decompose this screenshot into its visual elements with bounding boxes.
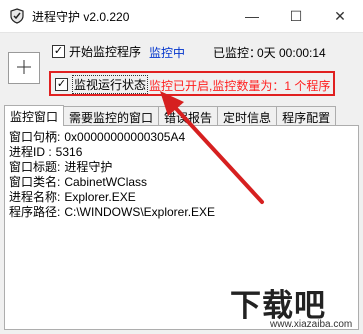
info-value: Explorer.EXE bbox=[64, 190, 136, 204]
info-label: 进程ID : bbox=[9, 145, 52, 159]
window-title: 进程守护 v2.0.220 bbox=[32, 10, 130, 24]
monitored-duration: 0天 00:00:14 bbox=[257, 46, 326, 60]
window-info: 窗口句柄: 0x00000000000305A4 进程ID : 5316 窗口标… bbox=[9, 130, 215, 220]
watermark: 下载吧 www.xiazaiba.com bbox=[226, 280, 361, 332]
maximize-button[interactable]: ☐ bbox=[273, 0, 319, 32]
start-monitor-label: 开始监控程序 bbox=[69, 44, 142, 59]
info-row-pid: 进程ID : 5316 bbox=[9, 145, 215, 160]
watermark-url: www.xiazaiba.com bbox=[270, 319, 353, 330]
info-row-path: 程序路径: C:\WINDOWS\Explorer.EXE bbox=[9, 205, 215, 220]
tab-program-config[interactable]: 程序配置 bbox=[276, 106, 337, 126]
tab-bar: 监控窗口 需要监控的窗口 错误报告 定时信息 程序配置 bbox=[4, 105, 337, 126]
close-button[interactable]: ✕ bbox=[317, 0, 363, 32]
info-label: 窗口类名: bbox=[9, 175, 61, 189]
tab-windows-to-monitor[interactable]: 需要监控的窗口 bbox=[63, 106, 160, 126]
title-bar: 进程守护 v2.0.220 — ☐ ✕ bbox=[0, 0, 363, 32]
info-label: 程序路径: bbox=[9, 205, 61, 219]
info-row-handle: 窗口句柄: 0x00000000000305A4 bbox=[9, 130, 215, 145]
info-value: C:\WINDOWS\Explorer.EXE bbox=[64, 205, 216, 219]
monitor-status: 监控中 bbox=[149, 46, 186, 60]
checkbox-box[interactable]: ✓ bbox=[52, 44, 65, 58]
info-label: 窗口标题: bbox=[9, 160, 61, 174]
tab-error-report[interactable]: 错误报告 bbox=[158, 106, 219, 126]
info-label: 窗口句柄: bbox=[9, 130, 61, 144]
crosshair-icon bbox=[16, 59, 32, 78]
info-value: CabinetWClass bbox=[64, 175, 148, 189]
watch-state-checkbox[interactable]: ✓ 监视运行状态 bbox=[55, 74, 149, 94]
shield-icon bbox=[9, 8, 25, 24]
start-monitor-checkbox[interactable]: ✓ 开始监控程序 bbox=[52, 42, 141, 60]
info-row-class: 窗口类名: CabinetWClass bbox=[9, 175, 215, 190]
info-value: 5316 bbox=[55, 145, 83, 159]
window-picker[interactable] bbox=[8, 52, 40, 84]
info-value: 进程守护 bbox=[64, 160, 113, 174]
watch-state-status: 监控已开启,监控数量为：1 个程序 bbox=[149, 79, 331, 93]
info-row-process: 进程名称: Explorer.EXE bbox=[9, 190, 215, 205]
minimize-button[interactable]: — bbox=[229, 0, 275, 32]
info-label: 进程名称: bbox=[9, 190, 61, 204]
tab-timer-info[interactable]: 定时信息 bbox=[217, 106, 278, 126]
watch-state-label: 监视运行状态 bbox=[72, 74, 149, 94]
tab-monitor-window[interactable]: 监控窗口 bbox=[4, 105, 65, 126]
info-value: 0x00000000000305A4 bbox=[64, 130, 186, 144]
checkbox-box[interactable]: ✓ bbox=[55, 77, 68, 91]
info-row-title: 窗口标题: 进程守护 bbox=[9, 160, 215, 175]
monitored-label: 已监控： bbox=[213, 46, 262, 60]
